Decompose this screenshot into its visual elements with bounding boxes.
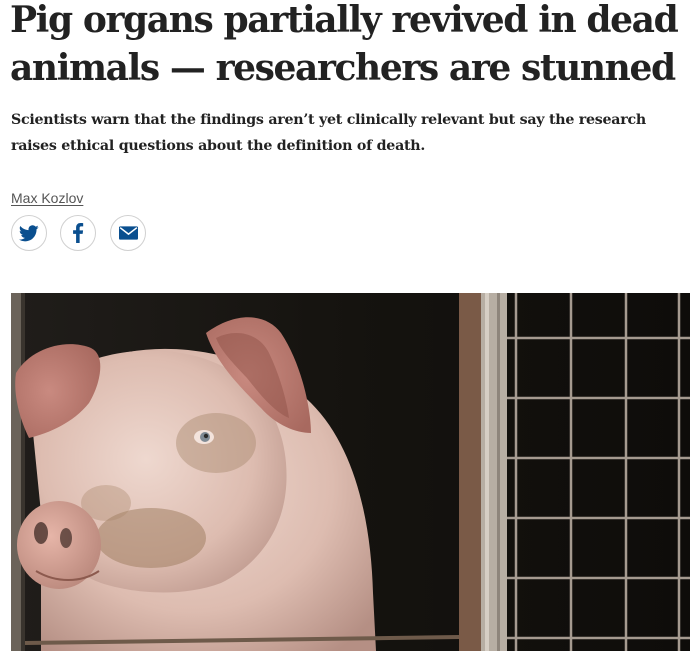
author-link[interactable]: Max Kozlov bbox=[11, 189, 83, 207]
article-headline: Pig organs partially revived in dead ani… bbox=[10, 0, 679, 89]
facebook-icon bbox=[72, 223, 84, 243]
article-standfirst: Scientists warn that the findings aren’t… bbox=[11, 112, 646, 154]
share-email-button[interactable] bbox=[110, 215, 146, 251]
article-page: Pig organs partially revived in dead ani… bbox=[0, 0, 700, 651]
email-icon bbox=[118, 226, 138, 240]
share-facebook-button[interactable] bbox=[60, 215, 96, 251]
share-twitter-button[interactable] bbox=[11, 215, 47, 251]
twitter-icon bbox=[19, 224, 39, 242]
hero-image bbox=[11, 293, 690, 651]
